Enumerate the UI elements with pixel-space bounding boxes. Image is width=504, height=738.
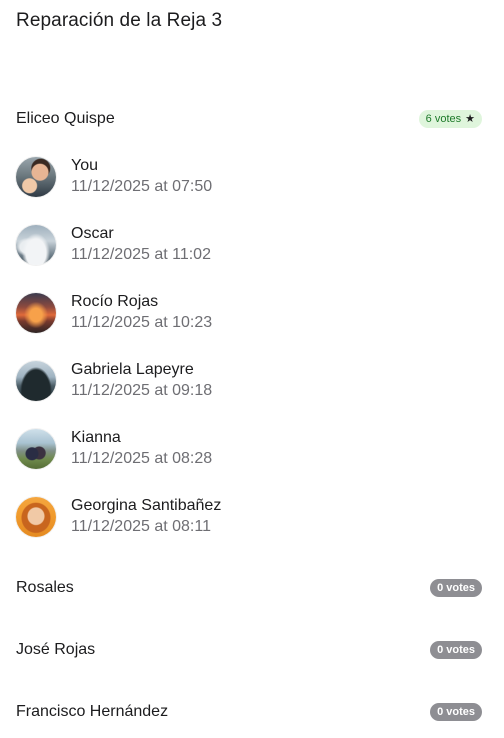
- star-icon: ★: [465, 113, 475, 125]
- voter-item[interactable]: You 11/12/2025 at 07:50: [16, 155, 212, 199]
- voter-name: You: [71, 157, 98, 174]
- poll-option-francisco-hernandez[interactable]: Francisco Hernández 0 votes: [16, 700, 482, 724]
- voter-name: Georgina Santibañez: [71, 497, 222, 514]
- option-name: Rosales: [16, 579, 74, 596]
- vote-count-label: 6 votes: [425, 113, 462, 125]
- vote-timestamp: 11/12/2025 at 08:11: [71, 518, 211, 535]
- vote-timestamp: 11/12/2025 at 07:50: [71, 178, 213, 195]
- vote-timestamp: 11/12/2025 at 10:23: [71, 314, 213, 331]
- avatar: [16, 429, 56, 469]
- voter-name: Oscar: [71, 225, 114, 242]
- option-name: José Rojas: [16, 641, 96, 658]
- voter-name: Rocío Rojas: [71, 293, 159, 310]
- voter-item[interactable]: Oscar 11/12/2025 at 11:02: [16, 223, 211, 267]
- poll-option-eliceo-quispe[interactable]: Eliceo Quispe 6 votes ★: [16, 107, 482, 131]
- avatar: [16, 497, 56, 537]
- vote-timestamp: 11/12/2025 at 09:18: [71, 382, 213, 399]
- avatar: [16, 293, 56, 333]
- vote-count-badge: 6 votes ★: [418, 110, 482, 128]
- poll-option-jose-rojas[interactable]: José Rojas 0 votes: [16, 638, 482, 662]
- voter-name: Kianna: [71, 429, 121, 446]
- vote-count-badge: 0 votes: [430, 641, 482, 659]
- avatar: [16, 157, 56, 197]
- poll-option-rosales[interactable]: Rosales 0 votes: [16, 576, 482, 600]
- avatar: [16, 225, 56, 265]
- voter-name: Gabriela Lapeyre: [71, 361, 194, 378]
- voter-item[interactable]: Rocío Rojas 11/12/2025 at 10:23: [16, 291, 212, 335]
- option-name: Francisco Hernández: [16, 703, 169, 720]
- page-title: Reparación de la Reja 3: [16, 10, 223, 31]
- option-name: Eliceo Quispe: [16, 110, 115, 127]
- voter-item[interactable]: Georgina Santibañez 11/12/2025 at 08:11: [16, 495, 221, 539]
- vote-timestamp: 11/12/2025 at 08:28: [71, 450, 213, 467]
- vote-timestamp: 11/12/2025 at 11:02: [71, 246, 211, 263]
- vote-count-badge: 0 votes: [430, 703, 482, 721]
- voter-item[interactable]: Kianna 11/12/2025 at 08:28: [16, 427, 212, 471]
- avatar: [16, 361, 56, 401]
- vote-count-badge: 0 votes: [430, 579, 482, 597]
- voter-item[interactable]: Gabriela Lapeyre 11/12/2025 at 09:18: [16, 359, 212, 403]
